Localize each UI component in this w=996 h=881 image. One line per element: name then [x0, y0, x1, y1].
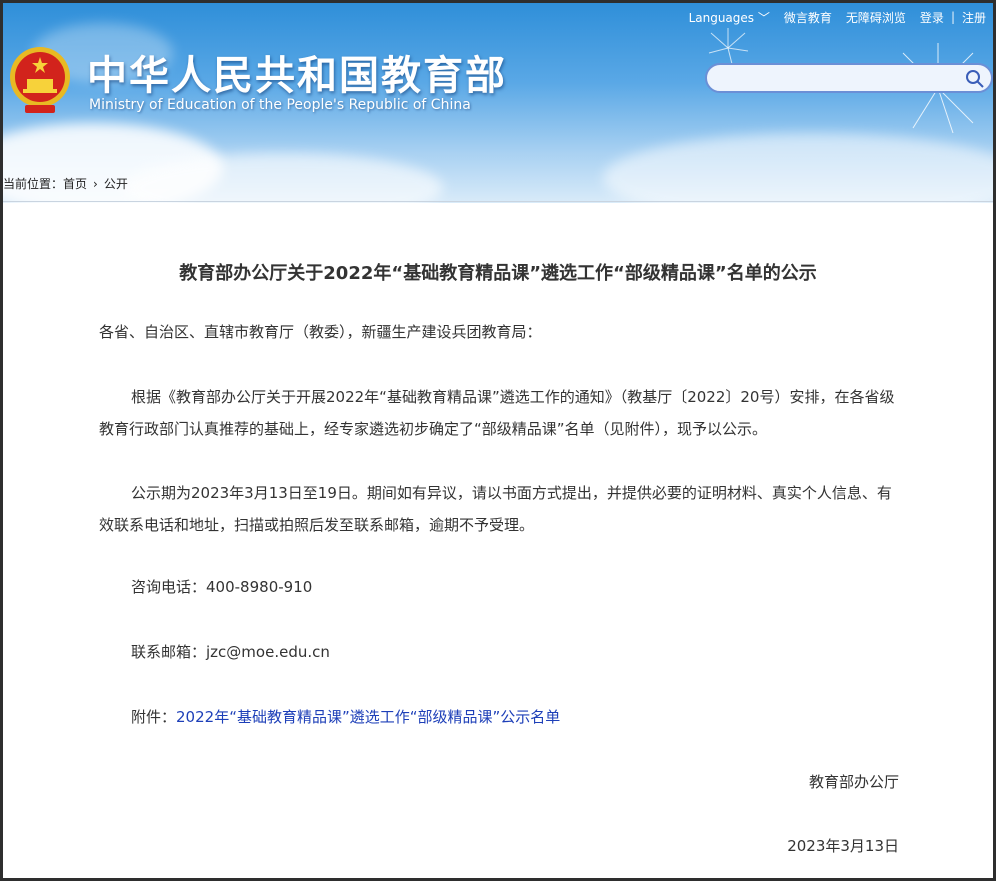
phone-label: 咨询电话：: [131, 578, 207, 596]
site-header: Languages ﹀ 微言教育 无障碍浏览 登录 | 注册 中华人民共和国教育…: [3, 3, 993, 203]
signature: 教育部办公厅: [808, 773, 899, 791]
breadcrumb-public[interactable]: 公开: [104, 177, 128, 191]
languages-label: Languages: [688, 10, 755, 25]
breadcrumb-label: 当前位置：: [3, 177, 64, 191]
phone-number: 400-8980-910: [206, 578, 313, 596]
search-input[interactable]: [721, 68, 965, 90]
register-link[interactable]: 注册: [955, 9, 993, 26]
search-icon[interactable]: [965, 69, 985, 89]
attachment-label: 附件：: [131, 708, 177, 726]
breadcrumb-chevron-icon: ›: [93, 177, 98, 191]
phone-line: 咨询电话：400-8980-910: [99, 571, 899, 603]
article-title: 教育部办公厅关于2022年“基础教育精品课”遴选工作“部级精品课”名单的公示: [179, 263, 817, 284]
site-title[interactable]: 中华人民共和国教育部: [87, 43, 507, 101]
paragraph-1: 根据《教育部办公厅关于开展2022年“基础教育精品课”遴选工作的通知》（教基厅〔…: [99, 388, 895, 438]
link-separator: |: [950, 10, 955, 24]
login-link[interactable]: 登录: [913, 9, 951, 26]
languages-link[interactable]: Languages ﹀: [682, 9, 777, 26]
breadcrumb-home[interactable]: 首页: [63, 177, 87, 191]
accessibility-link[interactable]: 无障碍浏览: [839, 9, 913, 26]
email-label: 联系邮箱：: [131, 643, 207, 661]
header-divider: [3, 201, 993, 202]
national-emblem-icon: [10, 47, 70, 113]
publish-date: 2023年3月13日: [787, 837, 899, 855]
email-line: 联系邮箱：jzc@moe.edu.cn: [99, 636, 899, 668]
chevron-down-icon: ﹀: [757, 10, 770, 25]
breadcrumb: 当前位置：首页 › 公开: [3, 175, 134, 192]
search-box: [705, 63, 993, 93]
email-address: jzc@moe.edu.cn: [206, 643, 330, 661]
weiyan-link[interactable]: 微言教育: [777, 9, 839, 26]
salutation: 各省、自治区、直辖市教育厅（教委），新疆生产建设兵团教育局：: [99, 323, 542, 341]
top-links-bar: Languages ﹀ 微言教育 无障碍浏览 登录 | 注册: [682, 6, 993, 28]
attachment-line: 附件：2022年“基础教育精品课”遴选工作“部级精品课”公示名单: [99, 701, 899, 733]
site-subtitle: Ministry of Education of the People's Re…: [89, 97, 471, 113]
browser-frame: Languages ﹀ 微言教育 无障碍浏览 登录 | 注册 中华人民共和国教育…: [0, 0, 996, 881]
paragraph-2: 公示期为2023年3月13日至19日。期间如有异议，请以书面方式提出，并提供必要…: [99, 484, 892, 534]
attachment-link[interactable]: 2022年“基础教育精品课”遴选工作“部级精品课”公示名单: [176, 708, 560, 726]
